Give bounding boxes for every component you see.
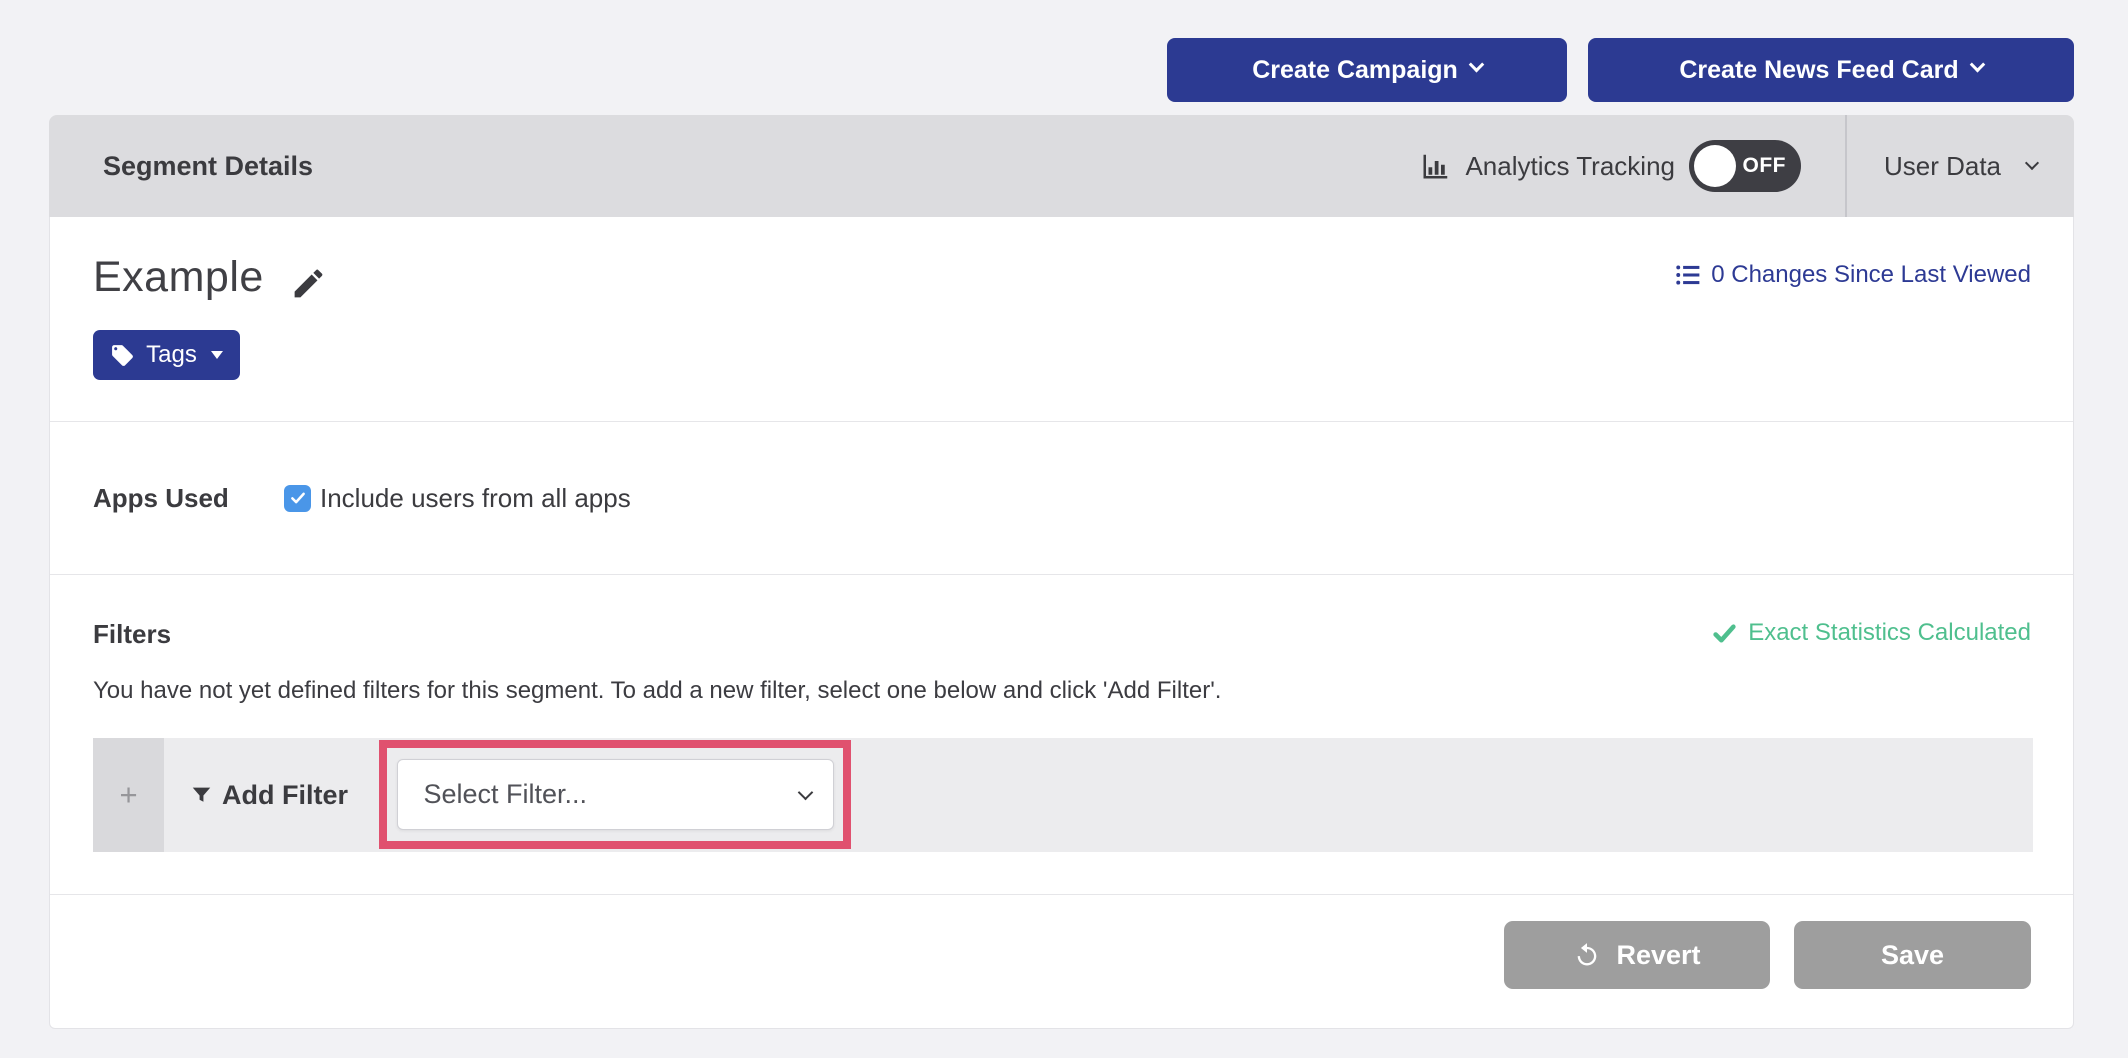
panel-header: Segment Details Analytics Tracking OFF	[49, 115, 2074, 217]
save-button[interactable]: Save	[1794, 921, 2031, 989]
segment-details-panel: Segment Details Analytics Tracking OFF	[49, 115, 2074, 1029]
segment-card: Example 0 Changes Si	[49, 217, 2074, 1029]
revert-label: Revert	[1616, 940, 1700, 971]
add-filter-plus-button[interactable]: +	[93, 738, 164, 852]
chevron-down-icon	[797, 784, 813, 800]
user-data-dropdown[interactable]: User Data	[1847, 115, 2074, 217]
apps-used-section: Apps Used Include users from all apps	[50, 422, 2073, 575]
revert-button[interactable]: Revert	[1504, 921, 1770, 989]
add-filter-label: Add Filter	[222, 780, 348, 811]
segment-name-section: Example 0 Changes Si	[50, 217, 2073, 422]
user-data-label: User Data	[1884, 151, 2001, 182]
toggle-state-label: OFF	[1743, 154, 1787, 178]
add-filter-row: + Add Filter Select Filter...	[93, 738, 2033, 852]
create-news-feed-card-button[interactable]: Create News Feed Card	[1588, 38, 2074, 102]
funnel-icon	[191, 785, 212, 806]
page-title: Segment Details	[103, 151, 313, 182]
caret-down-icon	[211, 351, 223, 359]
exact-statistics-status: Exact Statistics Calculated	[1712, 619, 2031, 647]
analytics-tracking-group: Analytics Tracking OFF	[1421, 140, 1823, 192]
tag-icon	[110, 343, 135, 368]
changes-link-label: 0 Changes Since Last Viewed	[1711, 261, 2031, 289]
analytics-tracking-toggle[interactable]: OFF	[1689, 140, 1801, 192]
include-all-apps-label: Include users from all apps	[320, 483, 631, 514]
edit-pencil-icon[interactable]	[290, 265, 327, 302]
filters-section: Filters Exact Statistics Calculated You …	[50, 575, 2073, 894]
apps-used-label: Apps Used	[93, 483, 284, 514]
filters-header-row: Filters Exact Statistics Calculated	[93, 619, 2031, 650]
tags-button[interactable]: Tags	[93, 330, 240, 380]
include-all-apps-checkbox[interactable]	[284, 485, 311, 512]
toggle-knob	[1694, 145, 1736, 187]
highlight-annotation: Select Filter...	[379, 740, 851, 849]
checkmark-icon	[289, 489, 307, 507]
tags-button-label: Tags	[146, 341, 197, 369]
changes-since-last-viewed-link[interactable]: 0 Changes Since Last Viewed	[1675, 261, 2031, 289]
create-news-feed-card-label: Create News Feed Card	[1679, 56, 1958, 85]
card-footer: Revert Save	[50, 894, 2073, 1028]
exact-statistics-label: Exact Statistics Calculated	[1748, 619, 2031, 647]
filters-instructions: You have not yet defined filters for thi…	[93, 677, 2031, 705]
chevron-down-icon	[2025, 156, 2039, 170]
changes-list-icon	[1675, 262, 1701, 288]
segment-name-row: Example 0 Changes Si	[93, 253, 2031, 302]
chevron-down-icon	[1969, 56, 1985, 72]
check-icon	[1712, 621, 1737, 646]
segment-name: Example	[93, 253, 264, 302]
chevron-down-icon	[1469, 56, 1485, 72]
bar-chart-icon	[1421, 151, 1451, 181]
analytics-tracking-label: Analytics Tracking	[1465, 151, 1675, 182]
revert-icon	[1573, 941, 1601, 969]
create-campaign-button[interactable]: Create Campaign	[1167, 38, 1567, 102]
filters-heading: Filters	[93, 619, 171, 650]
save-label: Save	[1881, 940, 1944, 971]
create-campaign-label: Create Campaign	[1252, 56, 1458, 85]
select-filter-placeholder: Select Filter...	[424, 779, 588, 810]
add-filter-label-group: Add Filter	[191, 780, 348, 811]
panel-header-right: Analytics Tracking OFF User Data	[1421, 115, 2074, 217]
select-filter-dropdown[interactable]: Select Filter...	[397, 759, 834, 830]
